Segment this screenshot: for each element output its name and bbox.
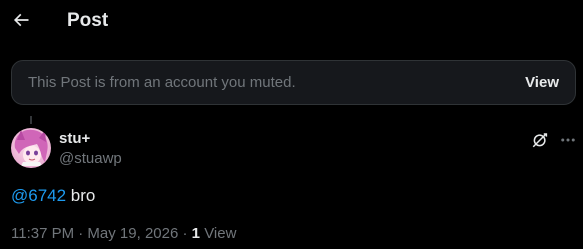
page-title: Post: [67, 10, 109, 31]
view-muted-post-button[interactable]: View: [525, 73, 559, 93]
more-options-button[interactable]: [556, 129, 580, 151]
muted-notice-text: This Post is from an account you muted.: [28, 74, 296, 91]
post-meta: 11:37 PM · May 19, 2026 · 1 View: [11, 224, 236, 244]
view-count: 1: [191, 225, 201, 242]
post-text: @6742 bro: [11, 185, 95, 207]
thread-connector-line: [30, 116, 32, 124]
meta-separator: ·: [178, 225, 192, 242]
post-timestamp[interactable]: 11:37 PM · May 19, 2026: [11, 225, 178, 242]
page-header: Post: [0, 0, 583, 44]
back-button[interactable]: [9, 8, 33, 32]
author-display-name[interactable]: stu+: [59, 130, 90, 148]
author-handle[interactable]: @stuawp: [59, 150, 122, 168]
view-label: View: [204, 225, 237, 242]
more-horizontal-icon: [561, 138, 575, 142]
mention-link[interactable]: @6742: [11, 186, 66, 205]
grok-icon: [532, 133, 548, 148]
arrow-left-icon: [13, 13, 29, 27]
muted-post-banner: This Post is from an account you muted. …: [11, 60, 576, 105]
post-body: bro: [66, 186, 96, 205]
avatar[interactable]: [11, 128, 51, 168]
grok-button[interactable]: [529, 129, 551, 151]
